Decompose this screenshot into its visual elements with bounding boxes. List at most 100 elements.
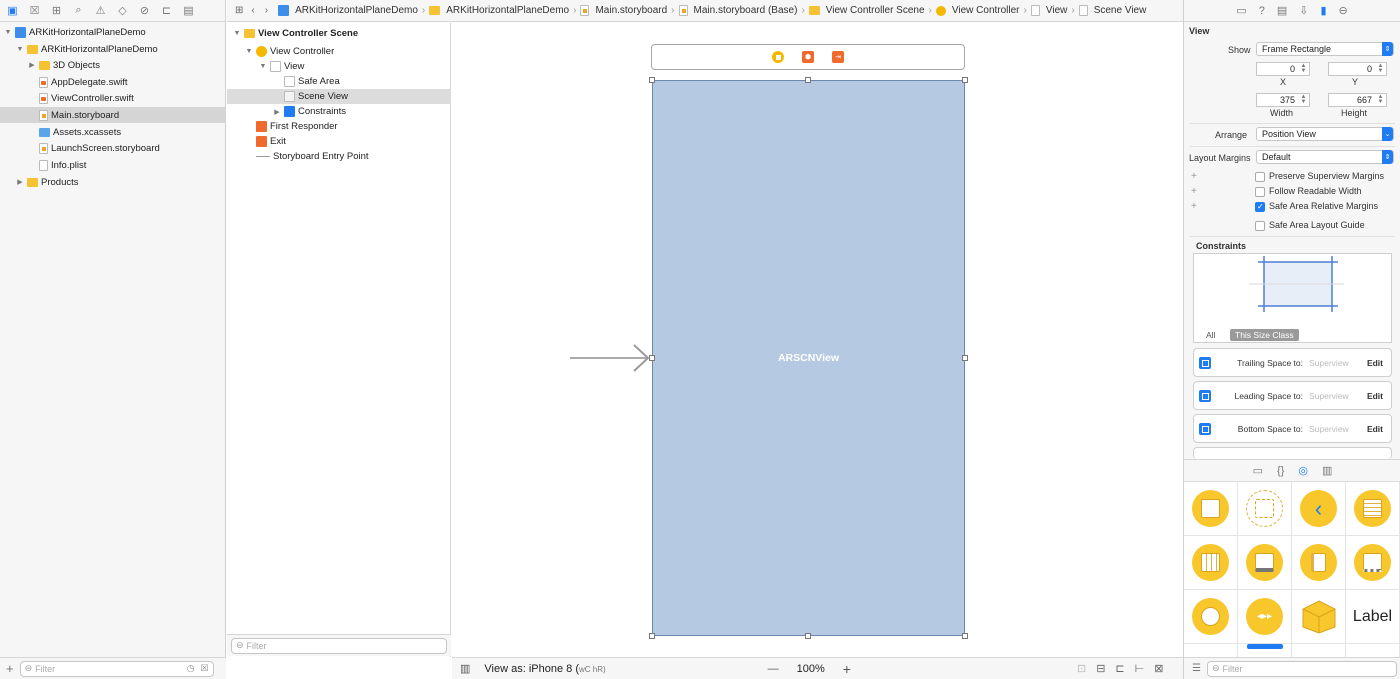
edit-constraint-button[interactable]: Edit — [1367, 391, 1383, 401]
navigator-item[interactable]: AppDelegate.swift — [0, 74, 226, 90]
height-field[interactable]: 667 ▲ ▼ — [1328, 93, 1387, 107]
resize-handle[interactable] — [805, 633, 811, 639]
stepper-icon[interactable]: ▲ ▼ — [1300, 63, 1307, 74]
resize-handle[interactable] — [649, 633, 655, 639]
disclosure-closed-icon[interactable]: ▶ — [28, 61, 36, 69]
disclosure-closed-icon[interactable]: ▶ — [273, 108, 281, 116]
add-variation-icon[interactable]: + — [1191, 171, 1197, 182]
constraint-card[interactable] — [1193, 447, 1392, 459]
table-view-controller-object[interactable] — [1346, 482, 1400, 536]
help-icon[interactable]: ? — [1259, 5, 1265, 17]
object-library-icon[interactable]: ◎ — [1298, 464, 1308, 477]
view-controller-icon[interactable] — [772, 51, 784, 63]
y-field[interactable]: 0 ▲ ▼ — [1328, 62, 1387, 76]
navigator-item[interactable]: Assets.xcassets — [0, 124, 226, 140]
show-popup[interactable]: Frame Rectangle ⇕ — [1256, 42, 1394, 56]
library-filter-input[interactable]: ⊖ Filter — [1206, 660, 1397, 677]
constraint-card[interactable]: Bottom Space to: Superview Edit — [1193, 414, 1392, 443]
disclosure-open-icon[interactable]: ▼ — [245, 48, 253, 55]
embed-in-stack-icon[interactable]: ⊟ — [1096, 662, 1105, 675]
breadcrumb-item[interactable]: View Controller — [935, 5, 1020, 16]
outline-item[interactable]: Safe Area — [227, 74, 451, 89]
filter-all-button[interactable]: All — [1206, 330, 1215, 340]
add-icon[interactable]: + — [6, 661, 14, 676]
label-object[interactable]: Label — [1346, 590, 1400, 644]
exit-icon[interactable]: ⇥ — [832, 51, 844, 63]
warning-icon[interactable]: ⚠ — [94, 5, 107, 17]
stepper-icon[interactable]: ▲ ▼ — [1377, 63, 1384, 74]
back-icon[interactable]: ‹ — [251, 5, 254, 16]
scm-filter-icon[interactable]: ☒ — [201, 663, 209, 674]
outline-item[interactable]: ▼ View — [227, 59, 451, 74]
navigator-filter-input[interactable]: ⊖ Filter ◷ ☒ — [19, 660, 214, 677]
outline-item[interactable]: ▶ Constraints — [227, 104, 451, 119]
outline-item[interactable]: First Responder — [227, 119, 451, 134]
report-icon[interactable]: ▤ — [182, 5, 195, 17]
disclosure-open-icon[interactable]: ▼ — [259, 63, 267, 70]
navigator-item[interactable]: Info.plist — [0, 157, 226, 173]
breadcrumb-item[interactable]: ARKitHorizontalPlaneDemo — [429, 5, 569, 16]
arrange-popup[interactable]: Position View ⌄ — [1256, 127, 1394, 141]
disclosure-open-icon[interactable]: ▼ — [16, 46, 24, 53]
breadcrumb-item[interactable]: Main.storyboard — [580, 5, 667, 16]
stepper-icon[interactable]: ▲ ▼ — [1300, 94, 1307, 105]
list-view-icon[interactable]: ☰ — [1192, 663, 1201, 674]
identity-inspector-icon[interactable]: ▤ — [1277, 4, 1287, 17]
glkit-view-controller-object[interactable] — [1184, 590, 1238, 644]
disclosure-closed-icon[interactable]: ▶ — [16, 178, 24, 186]
layout-margins-popup[interactable]: Default ⇕ — [1256, 150, 1394, 164]
add-variation-icon[interactable]: + — [1191, 186, 1197, 197]
test-icon[interactable]: ◇ — [116, 5, 129, 17]
breakpoint-icon[interactable]: ⊏ — [160, 5, 173, 17]
debug-icon[interactable]: ⊘ — [138, 5, 151, 17]
resize-handle[interactable] — [962, 77, 968, 83]
navigator-item[interactable]: ViewController.swift — [0, 90, 226, 106]
collection-view-controller-object[interactable] — [1184, 536, 1238, 590]
file-template-icon[interactable]: ▭ — [1253, 464, 1263, 477]
navigator-item[interactable]: Main.storyboard — [0, 107, 226, 123]
navigation-controller-object[interactable]: ‹ — [1292, 482, 1346, 536]
outline-item[interactable]: Exit — [227, 134, 451, 149]
library-item[interactable] — [1238, 644, 1292, 658]
navigator-item[interactable]: ▶ Products — [0, 174, 226, 190]
size-inspector-icon[interactable]: ▮ — [1320, 4, 1326, 17]
outline-item[interactable]: ▼ View Controller Scene — [227, 26, 451, 41]
checkbox[interactable] — [1255, 187, 1265, 197]
file-inspector-icon[interactable]: ▭ — [1236, 4, 1246, 17]
connections-inspector-icon[interactable]: ⊖ — [1339, 4, 1348, 17]
constraint-card[interactable]: Trailing Space to: Superview Edit — [1193, 348, 1392, 377]
forward-icon[interactable]: › — [265, 5, 268, 16]
arscn-view[interactable]: ARSCNView — [652, 80, 965, 636]
library-item[interactable] — [1292, 644, 1346, 658]
tab-bar-controller-object[interactable] — [1238, 536, 1292, 590]
resolve-issues-icon[interactable]: ⊠ — [1154, 662, 1163, 675]
breadcrumb-item[interactable]: Main.storyboard (Base) — [678, 5, 797, 16]
storyboard-canvas[interactable]: ⬢ ⇥ ARSCNView — [452, 23, 1183, 657]
add-constraints-icon[interactable]: ⊢ — [1135, 662, 1145, 675]
storyboard-reference-object[interactable] — [1238, 482, 1292, 536]
checkbox[interactable] — [1255, 221, 1265, 231]
breadcrumb-item[interactable]: View — [1030, 5, 1067, 16]
outline-item[interactable]: ▼ View Controller — [227, 44, 451, 59]
zoom-in-button[interactable]: + — [843, 661, 851, 677]
storyboard-entry-arrow[interactable] — [570, 343, 650, 373]
library-item[interactable] — [1184, 644, 1238, 658]
edit-constraint-button[interactable]: Edit — [1367, 424, 1383, 434]
av-kit-player-object[interactable]: ◂▸▸ — [1238, 590, 1292, 644]
resize-handle[interactable] — [805, 77, 811, 83]
navigator-item[interactable]: ▼ ARKitHorizontalPlaneDemo — [0, 24, 226, 40]
page-view-controller-object[interactable] — [1346, 536, 1400, 590]
related-items-icon[interactable]: ⊞ — [235, 5, 243, 16]
toggle-outline-icon[interactable]: ▥ — [460, 662, 470, 675]
align-icon[interactable]: ⊏ — [1115, 662, 1124, 675]
disclosure-open-icon[interactable]: ▼ — [4, 29, 12, 36]
outline-filter-input[interactable]: ⊖ Filter — [231, 637, 447, 654]
device-config-button[interactable]: View as: iPhone 8 (wC hR) — [484, 663, 605, 675]
checkbox[interactable] — [1255, 202, 1265, 212]
breadcrumb-item[interactable]: Scene View — [1078, 5, 1146, 16]
breadcrumb-item[interactable]: ARKitHorizontalPlaneDemo — [278, 5, 418, 16]
update-frames-icon[interactable]: ⊡ — [1077, 662, 1086, 675]
source-control-icon[interactable]: ☒ — [28, 5, 41, 17]
zoom-out-button[interactable]: — — [768, 663, 779, 675]
resize-handle[interactable] — [649, 77, 655, 83]
